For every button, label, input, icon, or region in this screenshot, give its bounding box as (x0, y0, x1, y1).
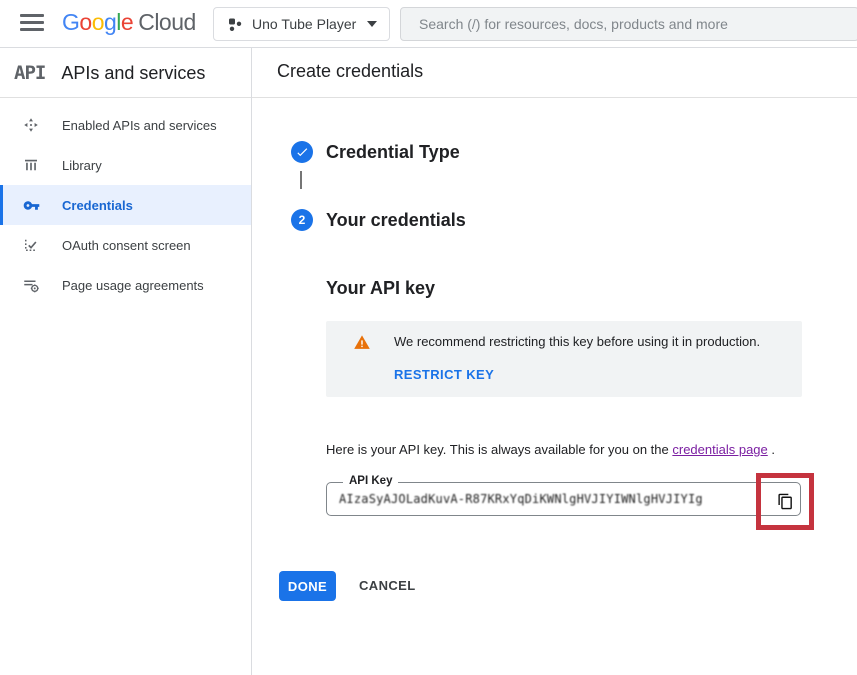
credentials-page-link[interactable]: credentials page (672, 442, 767, 457)
sentence-before: Here is your API key. This is always ava… (326, 442, 672, 457)
logo-letter: e (121, 9, 133, 35)
warning-icon (353, 334, 371, 351)
sidebar-item-page-usage-agreements[interactable]: Page usage agreements (0, 265, 251, 305)
project-dots-icon (226, 16, 242, 32)
sidebar-item-enabled-apis[interactable]: Enabled APIs and services (0, 105, 251, 145)
project-selector-label: Uno Tube Player (252, 16, 357, 32)
agreements-gear-icon (22, 276, 40, 294)
sidebar-item-credentials[interactable]: Credentials (0, 185, 251, 225)
logo-letter: o (79, 9, 91, 35)
hamburger-menu-icon[interactable] (20, 14, 44, 34)
step1-completed-badge (291, 141, 313, 163)
api-key-input[interactable] (327, 483, 800, 515)
logo-letter: g (104, 9, 116, 35)
explore-icon (22, 116, 40, 134)
key-icon (22, 196, 40, 214)
your-api-key-heading: Your API key (326, 278, 435, 299)
oauth-check-icon (22, 236, 40, 254)
project-selector-button[interactable]: Uno Tube Player (213, 7, 390, 41)
logo-suffix: Cloud (138, 9, 196, 35)
google-cloud-logo: GoogleCloud (62, 9, 196, 36)
create-credentials-panel: Credential Type 2 Your credentials Your … (253, 98, 857, 675)
step2-label: Your credentials (326, 210, 466, 231)
stepper-connector-line (300, 171, 302, 189)
sidebar-item-label: Credentials (62, 198, 133, 213)
step1-label[interactable]: Credential Type (326, 142, 460, 163)
api-key-sentence: Here is your API key. This is always ava… (326, 442, 846, 457)
sidebar-title: APIs and services (61, 63, 205, 84)
api-glyph-icon: API (14, 62, 45, 84)
sidebar-nav: Enabled APIs and services Library Creden… (0, 98, 252, 675)
sidebar-item-label: Enabled APIs and services (62, 118, 217, 133)
logo-letter: G (62, 9, 79, 35)
restrict-key-button[interactable]: RESTRICT KEY (394, 367, 494, 382)
restrict-key-warning-box: We recommend restricting this key before… (326, 321, 802, 397)
library-icon (22, 156, 40, 174)
page-title: Create credentials (277, 61, 423, 82)
done-button[interactable]: DONE (279, 571, 336, 601)
step2-number-badge: 2 (291, 209, 313, 231)
check-icon (295, 145, 309, 159)
global-search-bar (400, 7, 857, 41)
sidebar-item-library[interactable]: Library (0, 145, 251, 185)
logo-letter: o (92, 9, 104, 35)
api-key-field: API Key (326, 482, 801, 516)
annotation-highlight-box (756, 473, 814, 530)
sidebar-item-label: OAuth consent screen (62, 238, 191, 253)
sidebar-item-label: Page usage agreements (62, 278, 204, 293)
search-input[interactable] (401, 8, 857, 40)
chevron-down-icon (367, 21, 377, 27)
section-header-row: API APIs and services Create credentials (0, 48, 857, 98)
warning-message: We recommend restricting this key before… (394, 334, 760, 349)
sidebar-header: API APIs and services (0, 48, 252, 98)
sentence-after: . (768, 442, 775, 457)
top-app-bar: GoogleCloud Uno Tube Player (0, 0, 857, 48)
sidebar-item-oauth-consent[interactable]: OAuth consent screen (0, 225, 251, 265)
cancel-button[interactable]: CANCEL (359, 578, 416, 593)
sidebar-item-label: Library (62, 158, 102, 173)
